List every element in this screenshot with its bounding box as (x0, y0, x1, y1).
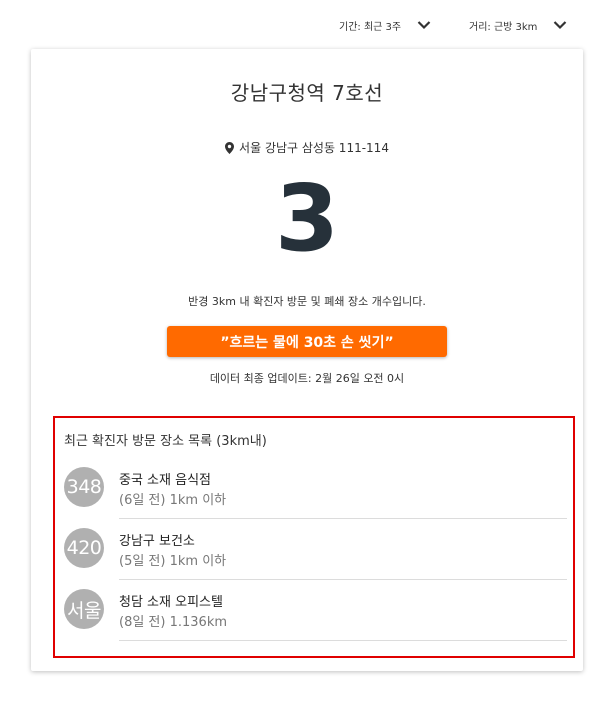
place-meta: (5일 전) 1km 이하 (119, 554, 227, 569)
distance-filter-label: 거리: 근방 3km (469, 21, 538, 33)
list-item[interactable]: 서울 청담 소재 오피스텔 (8일 전) 1.136km (55, 580, 573, 641)
visited-places-title: 최근 확진자 방문 장소 목록 (3km내) (64, 434, 267, 449)
list-item[interactable]: 348 중국 소재 음식점 (6일 전) 1km 이하 (55, 458, 573, 519)
place-name: 강남구 보건소 (119, 534, 195, 549)
divider (119, 640, 567, 641)
chevron-down-icon (553, 20, 567, 30)
place-badge: 348 (64, 467, 104, 507)
place-badge: 서울 (64, 589, 104, 629)
place-name: 중국 소재 음식점 (119, 473, 211, 488)
count-description: 반경 3km 내 확진자 방문 및 폐쇄 장소 개수입니다. (188, 295, 426, 308)
place-badge: 420 (64, 528, 104, 568)
distance-filter-dropdown[interactable]: 거리: 근방 3km (469, 14, 567, 36)
period-filter-label: 기간: 최근 3주 (339, 21, 402, 33)
period-filter-dropdown[interactable]: 기간: 최근 3주 (339, 14, 431, 36)
filter-bar: 기간: 최근 3주 거리: 근방 3km (0, 14, 600, 36)
place-meta: (8일 전) 1.136km (119, 615, 228, 630)
station-address: 서울 강남구 삼성동 111-114 (31, 139, 583, 156)
place-name: 청담 소재 오피스텔 (119, 595, 223, 610)
visited-places-list: 348 중국 소재 음식점 (6일 전) 1km 이하 420 강남구 보건소 … (55, 458, 573, 641)
station-title: 강남구청역 7호선 (230, 81, 384, 105)
visited-places-panel: 최근 확진자 방문 장소 목록 (3km내) 348 중국 소재 음식점 (6일… (53, 416, 575, 658)
chevron-down-icon (417, 20, 431, 30)
nearby-place-count: 3 (274, 165, 339, 272)
list-item[interactable]: 420 강남구 보건소 (5일 전) 1km 이하 (55, 519, 573, 580)
hand-wash-button[interactable]: ”흐르는 물에 30초 손 씻기” (167, 326, 447, 357)
address-text: 서울 강남구 삼성동 111-114 (239, 141, 389, 155)
last-updated-text: 데이터 최종 업데이트: 2월 26일 오전 0시 (209, 372, 405, 385)
station-card: 강남구청역 7호선 서울 강남구 삼성동 111-114 3 반경 3km 내 … (31, 49, 583, 671)
place-meta: (6일 전) 1km 이하 (119, 493, 227, 508)
location-pin-icon (225, 141, 235, 154)
